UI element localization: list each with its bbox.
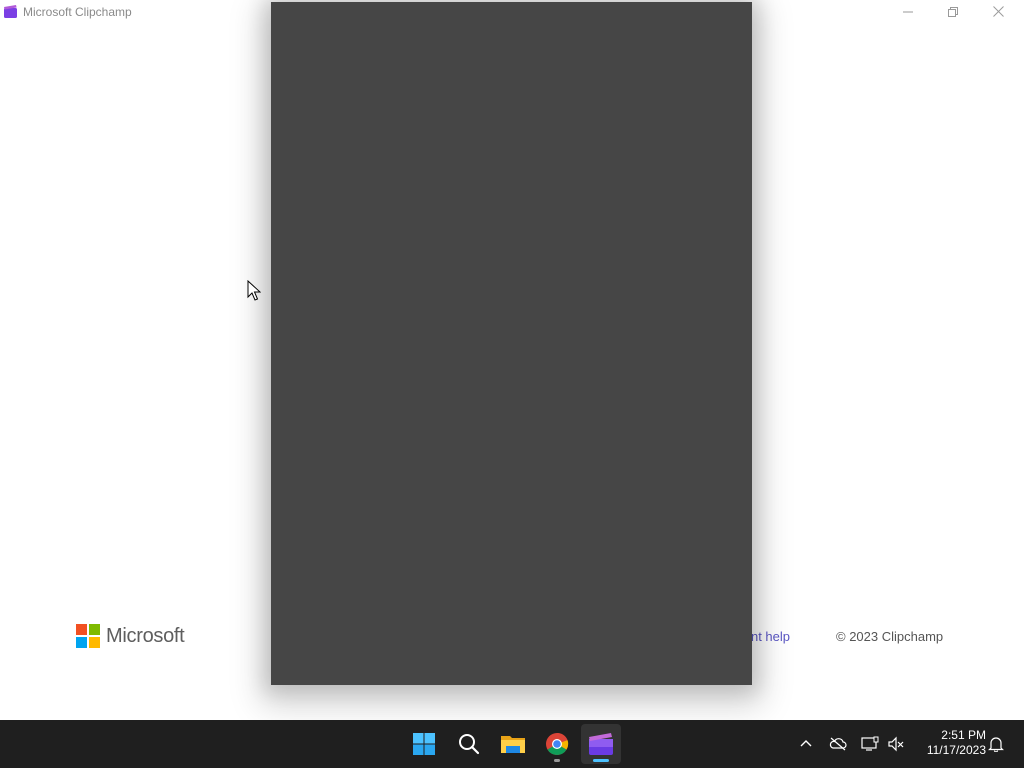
clock-time: 2:51 PM bbox=[941, 728, 986, 742]
clipchamp-icon bbox=[589, 733, 613, 755]
clipchamp-taskbar-button[interactable] bbox=[581, 724, 621, 764]
copyright-text: © 2023 Clipchamp bbox=[836, 629, 944, 644]
volume-muted-icon bbox=[888, 736, 904, 752]
microsoft-logo: Microsoft bbox=[76, 624, 185, 648]
network-icon bbox=[861, 736, 879, 751]
microsoft-wordmark: Microsoft bbox=[106, 624, 185, 647]
clipchamp-window: Microsoft Clipchamp Microsoft count help… bbox=[0, 0, 1024, 720]
close-icon bbox=[992, 6, 1004, 17]
minimize-icon bbox=[903, 11, 913, 12]
mouse-cursor-icon bbox=[247, 280, 261, 301]
taskbar-clock[interactable]: 2:51 PM 11/17/2023 bbox=[912, 728, 986, 758]
file-explorer-icon bbox=[501, 736, 525, 753]
notifications-button[interactable] bbox=[986, 734, 1006, 754]
onedrive-status-button[interactable] bbox=[828, 734, 848, 754]
taskbar bbox=[0, 720, 1024, 768]
file-explorer-button[interactable] bbox=[493, 724, 533, 764]
restore-button[interactable] bbox=[930, 0, 976, 23]
search-button[interactable] bbox=[449, 724, 489, 764]
loading-popup-window[interactable] bbox=[271, 2, 752, 685]
network-button[interactable] bbox=[860, 734, 880, 754]
clock-date: 11/17/2023 bbox=[926, 743, 986, 757]
restore-icon bbox=[948, 6, 958, 17]
chrome-icon bbox=[546, 732, 569, 755]
window-title: Microsoft Clipchamp bbox=[23, 5, 132, 19]
start-button[interactable] bbox=[404, 724, 444, 764]
notification-bell-icon bbox=[988, 737, 1004, 752]
microsoft-logo-icon bbox=[76, 624, 100, 648]
search-icon bbox=[459, 734, 480, 755]
volume-button[interactable] bbox=[886, 734, 906, 754]
chrome-button[interactable] bbox=[537, 724, 577, 764]
chevron-up-icon bbox=[800, 740, 812, 747]
clipchamp-app-icon bbox=[4, 5, 17, 18]
show-hidden-icons-button[interactable] bbox=[796, 734, 816, 754]
minimize-button[interactable] bbox=[885, 0, 931, 23]
onedrive-offline-icon bbox=[829, 737, 847, 751]
windows-start-icon bbox=[413, 733, 435, 755]
close-button[interactable] bbox=[975, 0, 1021, 23]
